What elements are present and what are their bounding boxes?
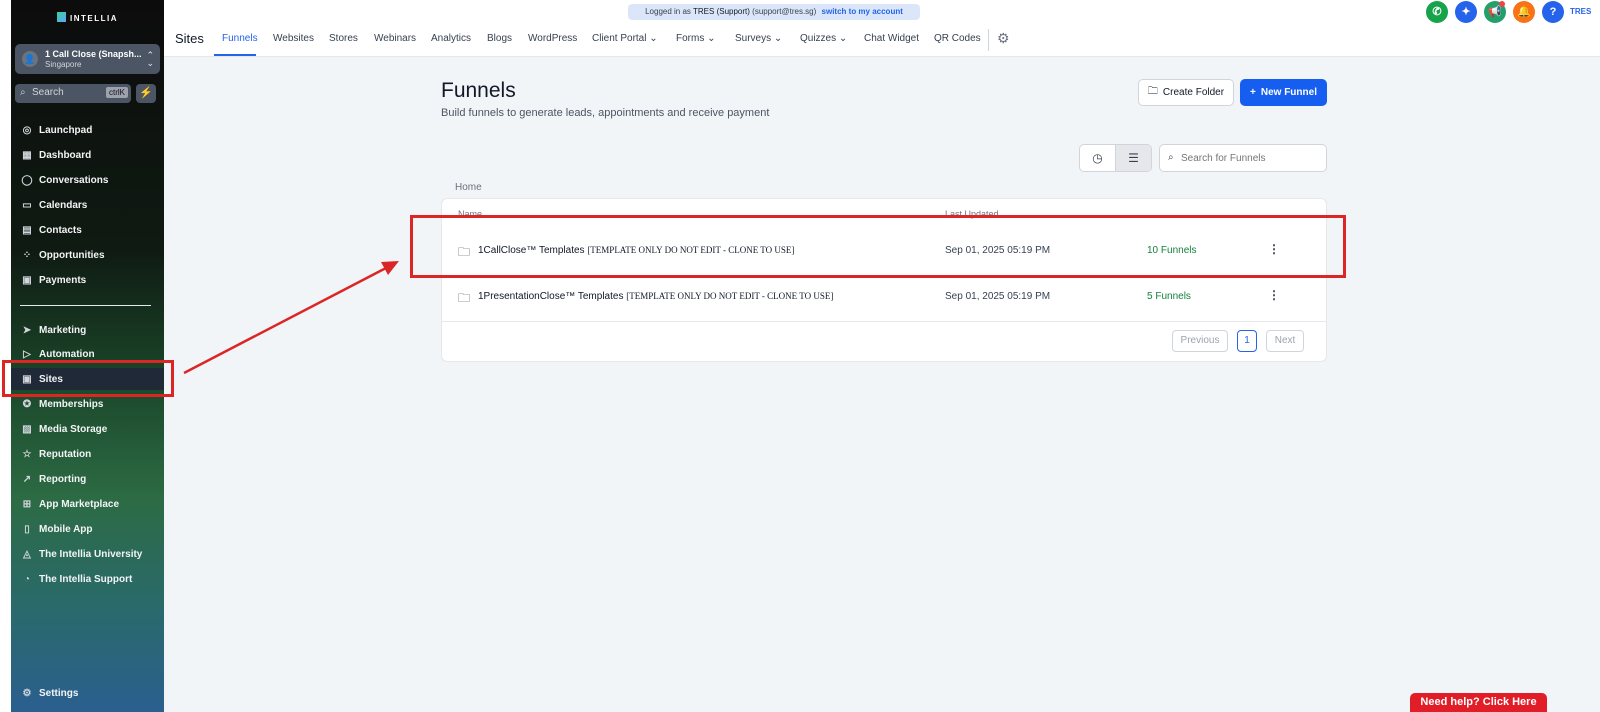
help-button[interactable]: Need help? Click Here (1410, 693, 1547, 712)
annotation-arrow (183, 261, 399, 375)
arrow-line (183, 266, 387, 375)
